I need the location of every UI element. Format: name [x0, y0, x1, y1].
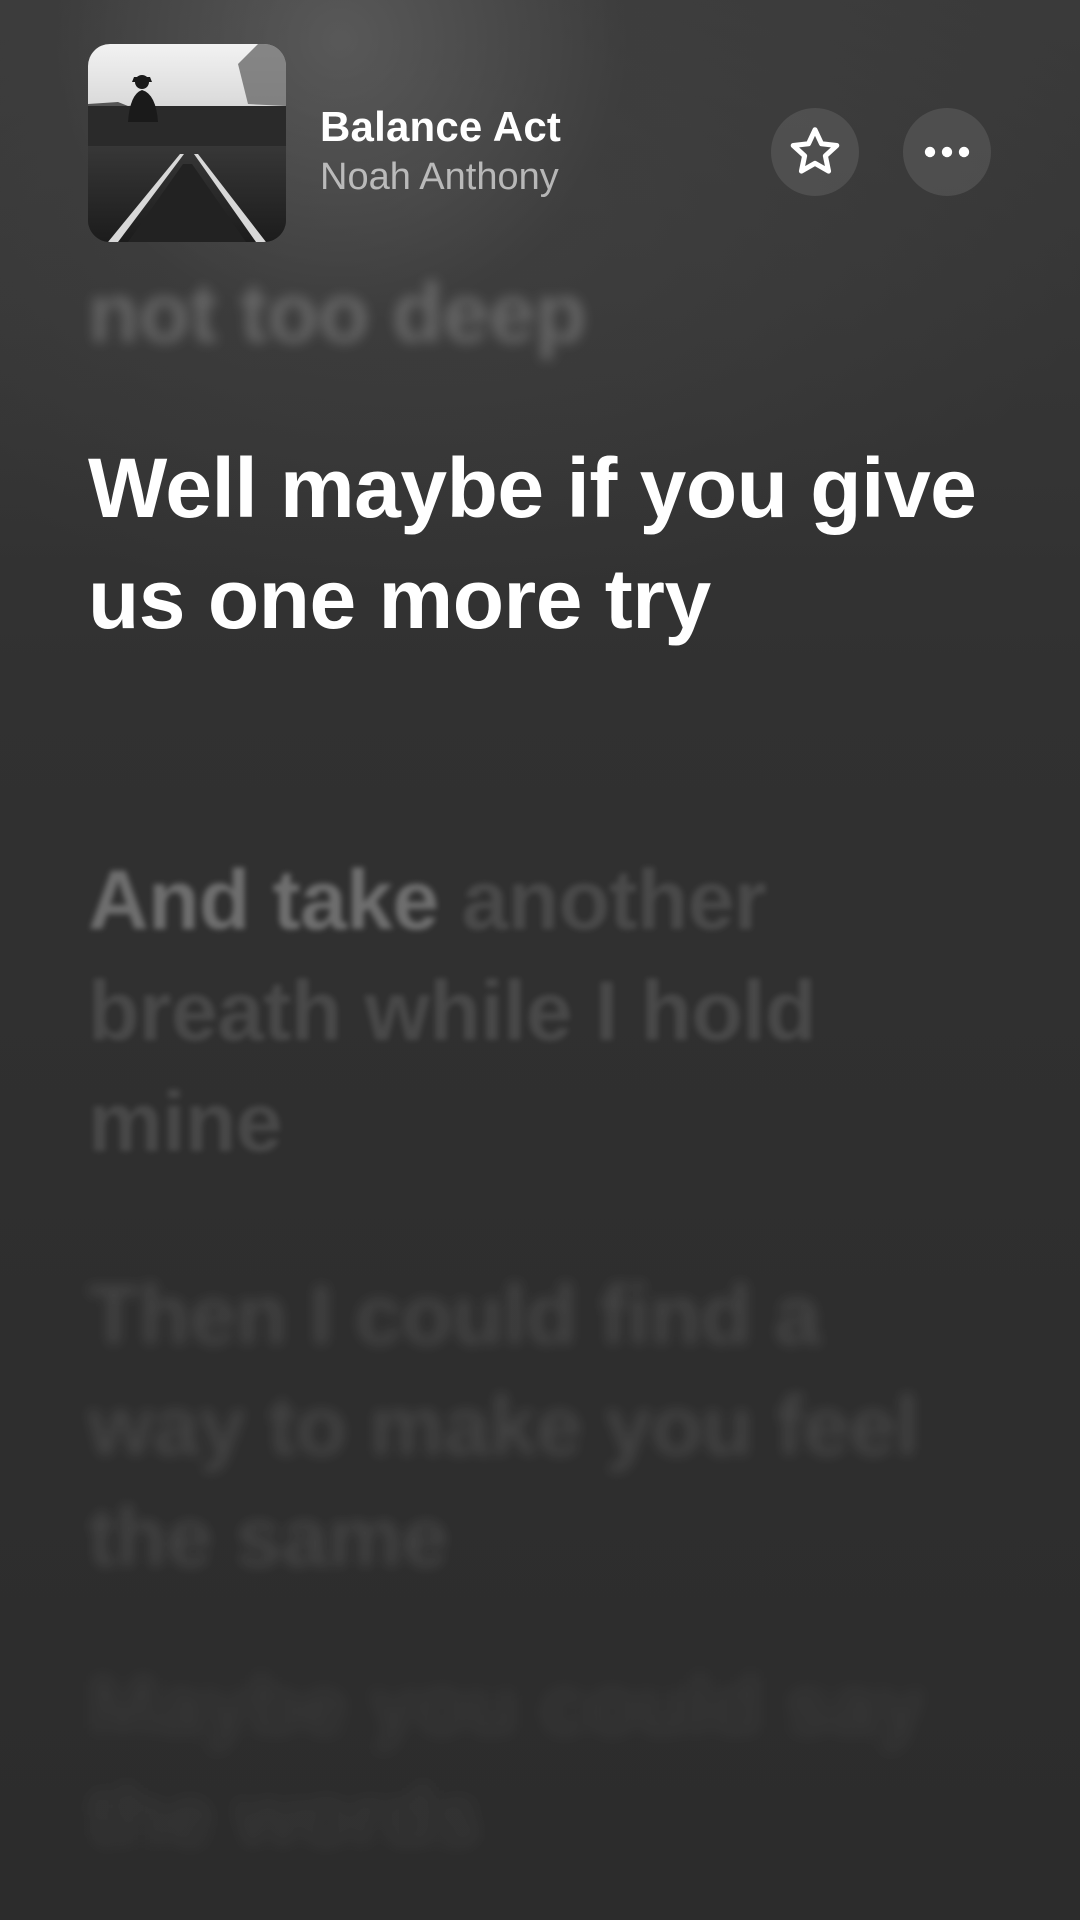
lyric-line-upcoming[interactable]: Then I could find a way to make you feel… — [88, 1260, 980, 1593]
album-artwork[interactable] — [88, 44, 286, 242]
lyric-line-previous[interactable]: not too deep — [88, 258, 980, 369]
song-title: Balance Act — [320, 103, 562, 150]
more-options-button[interactable] — [903, 108, 991, 196]
star-icon — [790, 127, 840, 174]
lyric-line-faded[interactable]: Maybe you could say the words — [88, 1650, 980, 1872]
ellipsis-icon — [924, 146, 970, 158]
album-artwork-image — [88, 44, 286, 242]
now-playing-header: Balance Act Noah Anthony — [88, 44, 1000, 242]
favorite-button[interactable] — [771, 108, 859, 196]
lyric-line-current[interactable]: Well maybe if you give us one more try — [88, 433, 980, 655]
artist-name: Noah Anthony — [320, 156, 559, 198]
lyric-line-next[interactable]: And take another breath while I hold min… — [88, 845, 980, 1178]
track-info[interactable]: Balance Act Noah Anthony — [320, 102, 561, 202]
lyric-sung-portion: And take — [88, 853, 439, 947]
